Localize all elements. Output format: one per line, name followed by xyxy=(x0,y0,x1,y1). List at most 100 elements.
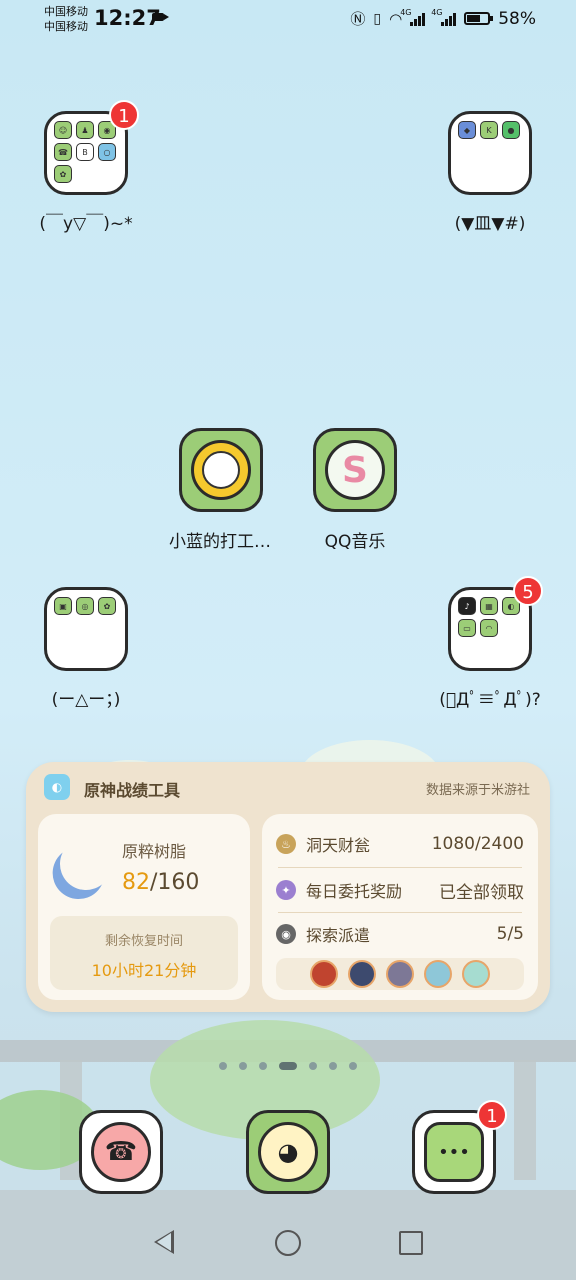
recovery-time: 10小时21分钟 xyxy=(91,961,197,980)
app-icon: ☺ xyxy=(54,121,72,139)
battery-icon xyxy=(464,12,494,25)
stat-value: 已全部领取 xyxy=(439,882,524,903)
app-icon: ☎ xyxy=(54,143,72,161)
messages-icon: ••• xyxy=(424,1122,484,1182)
stat-label: 每日委托奖励 xyxy=(306,882,403,901)
notification-badge: 5 xyxy=(513,576,543,606)
divider xyxy=(278,867,522,868)
folder-preview: ◆ K ● xyxy=(458,121,520,139)
resin-card: 原粹树脂 82/160 剩余恢复时间 10小时21分钟 xyxy=(38,814,250,1000)
stat-label: 探索派遣 xyxy=(306,926,371,945)
phone-icon: ☎ xyxy=(91,1122,151,1182)
folder-2[interactable]: ◆ K ● xyxy=(448,111,532,195)
genshin-stats-widget[interactable]: ◐ 原神战绩工具 数据来源于米游社 原粹树脂 82/160 剩余恢复时间 10小… xyxy=(26,762,550,1012)
folder-label: (ー△ー；) xyxy=(51,690,121,710)
app-icon: ○ xyxy=(98,143,116,161)
page-indicator xyxy=(0,1062,576,1070)
notification-badge: 1 xyxy=(477,1100,507,1130)
expedition-avatars xyxy=(276,958,524,990)
phone-app[interactable]: ☎ xyxy=(79,1110,163,1194)
widget-title: 原神战绩工具 xyxy=(84,781,181,800)
carrier-info: 中国移动 中国移动 xyxy=(44,4,88,34)
app-label: QQ音乐 xyxy=(324,532,386,552)
folder-3[interactable]: ▣ ◎ ✿ xyxy=(44,587,128,671)
stat-label: 洞天财瓮 xyxy=(306,836,371,855)
recovery-label: 剩余恢复时间 xyxy=(104,934,183,949)
widget-app-logo-icon: ◐ xyxy=(44,774,70,800)
page-dot[interactable] xyxy=(329,1062,337,1070)
stats-card: ♨ 洞天财瓮 1080/2400 ✦ 每日委托奖励 已全部领取 ◉ 探索派遣 5… xyxy=(262,814,538,1000)
resin-recovery-box: 剩余恢复时间 10小时21分钟 xyxy=(50,916,238,990)
folder-label: (▼皿▼#) xyxy=(454,214,526,234)
back-icon[interactable] xyxy=(154,1230,174,1254)
character-avatar xyxy=(424,960,452,988)
app-icon: ▭ xyxy=(458,619,476,637)
nfc-icon: Ⓝ xyxy=(350,10,366,28)
qq-music-app[interactable]: S xyxy=(313,428,397,512)
recent-apps-icon[interactable] xyxy=(399,1231,423,1255)
camera-icon: ◕ xyxy=(258,1122,318,1182)
xiaolan-worker-app[interactable] xyxy=(179,428,263,512)
page-dot[interactable] xyxy=(239,1062,247,1070)
xiaolan-worker-icon xyxy=(191,440,251,500)
stat-row-daily-commission: ✦ 每日委托奖励 已全部领取 xyxy=(276,876,524,904)
character-avatar xyxy=(310,960,338,988)
resin-moon-icon xyxy=(53,831,120,898)
stat-row-realm-currency: ♨ 洞天财瓮 1080/2400 xyxy=(276,830,524,858)
app-icon: ✿ xyxy=(54,165,72,183)
page-dot[interactable] xyxy=(309,1062,317,1070)
app-icon: ◎ xyxy=(76,597,94,615)
vibrate-icon: ▯ xyxy=(373,10,382,27)
page-dot-active[interactable] xyxy=(279,1062,297,1070)
page-dot[interactable] xyxy=(219,1062,227,1070)
resin-value: 82/160 xyxy=(122,870,199,895)
clock: 12:27 xyxy=(94,6,161,30)
expedition-compass-icon: ◉ xyxy=(276,924,296,944)
resin-current: 82 xyxy=(122,870,150,895)
app-icon: ▣ xyxy=(54,597,72,615)
camera-indicator-icon xyxy=(152,13,169,21)
app-icon: ▦ xyxy=(480,597,498,615)
resin-label: 原粹树脂 xyxy=(122,842,187,861)
teapot-icon: ♨ xyxy=(276,834,296,854)
status-bar: 中国移动 中国移动 12:27 Ⓝ ▯ ◠ 4G 4G 58% xyxy=(0,0,576,40)
camera-app[interactable]: ◕ xyxy=(246,1110,330,1194)
stat-value: 5/5 xyxy=(496,924,524,944)
signal-icon-sim2: 4G xyxy=(431,8,457,26)
app-label: 小蓝的打工… xyxy=(169,532,271,552)
resin-max: /160 xyxy=(150,870,200,895)
stat-row-expedition: ◉ 探索派遣 5/5 xyxy=(276,920,524,948)
stat-value: 1080/2400 xyxy=(431,834,524,854)
carrier-1: 中国移动 xyxy=(44,5,88,18)
notification-badge: 1 xyxy=(109,100,139,130)
folder-preview: ☺ ♟ ◉ ☎ B ○ ✿ xyxy=(54,121,116,183)
qq-music-icon: S xyxy=(325,440,385,500)
character-avatar xyxy=(348,960,376,988)
app-icon: ◆ xyxy=(458,121,476,139)
app-icon: K xyxy=(480,121,498,139)
battery-percent: 58% xyxy=(498,8,536,29)
folder-label: (ﾟДﾟ≡ﾟДﾟ)? xyxy=(439,690,541,710)
navigation-bar xyxy=(0,1210,576,1280)
page-dot[interactable] xyxy=(259,1062,267,1070)
app-icon: ♪ xyxy=(458,597,476,615)
folder-label: (￣y▽￣)~* xyxy=(39,214,133,234)
character-avatar xyxy=(386,960,414,988)
divider xyxy=(278,912,522,913)
app-icon: ✿ xyxy=(98,597,116,615)
fence-post xyxy=(514,1060,536,1180)
system-icons: Ⓝ ▯ ◠ 4G 4G 58% xyxy=(350,8,536,29)
app-icon: ♟ xyxy=(76,121,94,139)
app-icon: ◠ xyxy=(480,619,498,637)
home-icon[interactable] xyxy=(275,1230,301,1256)
folder-preview: ▣ ◎ ✿ xyxy=(54,597,116,615)
folder-preview: ♪ ▦ ◐ ▭ ◠ xyxy=(458,597,520,637)
page-dot[interactable] xyxy=(349,1062,357,1070)
character-avatar xyxy=(462,960,490,988)
commission-star-icon: ✦ xyxy=(276,880,296,900)
widget-data-source: 数据来源于米游社 xyxy=(425,783,530,798)
app-icon: ● xyxy=(502,121,520,139)
app-icon: B xyxy=(76,143,94,161)
signal-icon-sim1: 4G xyxy=(400,8,426,26)
carrier-2: 中国移动 xyxy=(44,20,88,33)
